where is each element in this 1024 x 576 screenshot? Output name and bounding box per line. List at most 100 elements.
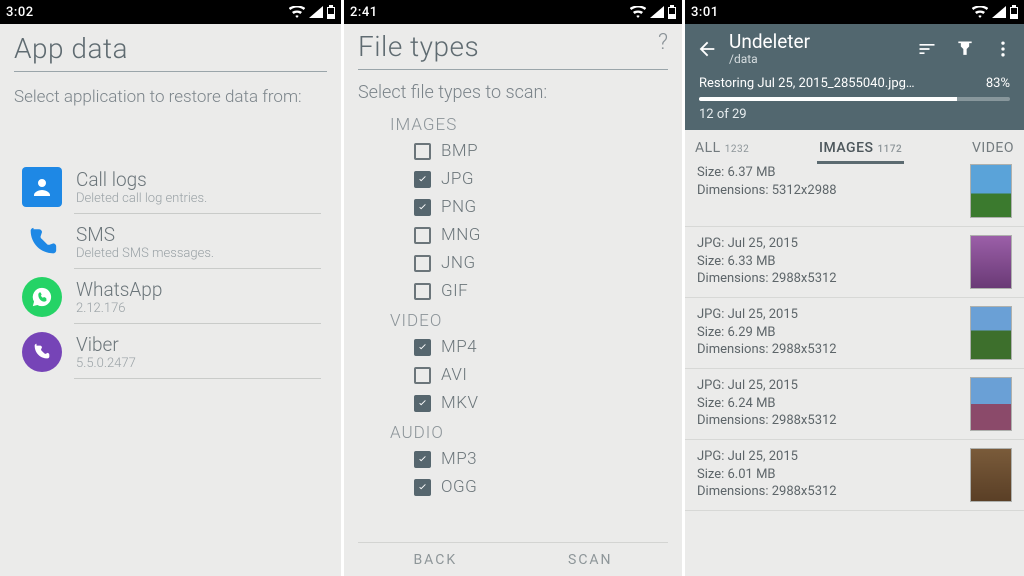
help-button[interactable]: ? bbox=[658, 30, 668, 55]
signal-icon bbox=[309, 6, 323, 18]
tab-all[interactable]: ALL 1232 bbox=[685, 130, 759, 164]
progress-percent: 83% bbox=[986, 76, 1010, 91]
filetype-jpg[interactable]: JPG bbox=[358, 165, 668, 193]
checkbox[interactable] bbox=[414, 339, 431, 356]
checkbox[interactable] bbox=[414, 255, 431, 272]
sort-icon[interactable] bbox=[916, 38, 938, 60]
page-title: App data bbox=[14, 32, 327, 65]
file-row[interactable]: JPG: Jul 25, 2015Size: 6.29 MBDimensions… bbox=[685, 298, 1024, 369]
thumbnail bbox=[970, 306, 1012, 360]
divider bbox=[74, 378, 321, 379]
file-row[interactable]: JPG: Jul 25, 2015Size: 6.33 MBDimensions… bbox=[685, 227, 1024, 298]
filetype-mp4[interactable]: MP4 bbox=[358, 333, 668, 361]
wifi-icon bbox=[972, 6, 988, 18]
phone-icon bbox=[22, 222, 62, 262]
filetype-label: GIF bbox=[441, 281, 468, 301]
file-row[interactable]: JPG: Jul 25, 2015Size: 6.37 MBDimensions… bbox=[685, 164, 1024, 227]
group-label: IMAGES bbox=[358, 115, 668, 135]
app-name: Call logs bbox=[76, 168, 207, 191]
tab-label: IMAGES bbox=[819, 140, 873, 156]
tab-images[interactable]: IMAGES 1172 bbox=[809, 130, 912, 164]
filter-icon[interactable] bbox=[954, 38, 976, 60]
back-button[interactable]: BACK bbox=[413, 552, 457, 568]
app-sub: Deleted SMS messages. bbox=[76, 246, 214, 261]
app-row-viber[interactable]: Viber 5.5.0.2477 bbox=[20, 324, 321, 378]
file-l3: Dimensions: 2988x5312 bbox=[697, 483, 960, 501]
checkbox[interactable] bbox=[414, 451, 431, 468]
file-l1: JPG: Jul 25, 2015 bbox=[697, 306, 960, 324]
checkbox[interactable] bbox=[414, 479, 431, 496]
tab-bar: ALL 1232 IMAGES 1172 VIDEO bbox=[685, 130, 1024, 164]
viber-icon bbox=[22, 332, 62, 372]
back-arrow-icon[interactable] bbox=[693, 35, 721, 63]
app-sub: 2.12.176 bbox=[76, 301, 162, 316]
filetype-mkv[interactable]: MKV bbox=[358, 389, 668, 417]
file-list[interactable]: JPG: Jul 25, 2015Size: 6.37 MBDimensions… bbox=[685, 164, 1024, 566]
overflow-menu-icon[interactable] bbox=[992, 38, 1014, 60]
file-l3: Dimensions: 2988x5312 bbox=[697, 412, 960, 430]
progress-count: 12 of 29 bbox=[699, 107, 1010, 122]
filetype-label: MP4 bbox=[441, 337, 477, 357]
filetype-jng[interactable]: JNG bbox=[358, 249, 668, 277]
filetype-label: MKV bbox=[441, 393, 478, 413]
filetype-label: JNG bbox=[441, 253, 476, 273]
checkbox[interactable] bbox=[414, 227, 431, 244]
wifi-icon bbox=[289, 6, 305, 18]
file-type-list[interactable]: IMAGES BMP JPG PNG MNG JNG GIF VIDEO MP4 AVI MKV AU… bbox=[358, 109, 668, 542]
tab-video[interactable]: VIDEO bbox=[962, 130, 1024, 164]
app-row-call-logs[interactable]: Call logs Deleted call log entries. bbox=[20, 159, 321, 213]
file-l1: JPG: Jul 25, 2015 bbox=[697, 377, 960, 395]
scan-button[interactable]: SCAN bbox=[568, 552, 613, 568]
checkbox[interactable] bbox=[414, 367, 431, 384]
filetype-label: MP3 bbox=[441, 449, 477, 469]
whatsapp-icon bbox=[22, 277, 62, 317]
file-l1: JPG: Jul 25, 2015 bbox=[697, 448, 960, 466]
filetype-label: PNG bbox=[441, 197, 477, 217]
status-icons bbox=[630, 5, 676, 19]
tab-count: 1172 bbox=[877, 144, 902, 155]
filetype-label: MNG bbox=[441, 225, 481, 245]
file-l3: Dimensions: 2988x5312 bbox=[697, 270, 960, 288]
checkbox[interactable] bbox=[414, 143, 431, 160]
page-title: File types bbox=[358, 30, 479, 63]
signal-icon bbox=[992, 6, 1006, 18]
checkbox[interactable] bbox=[414, 199, 431, 216]
thumbnail bbox=[970, 235, 1012, 289]
file-l2: Size: 6.24 MB bbox=[697, 395, 960, 413]
group-label: VIDEO bbox=[358, 311, 668, 331]
status-bar: 3:02 bbox=[0, 0, 341, 24]
filetype-bmp[interactable]: BMP bbox=[358, 137, 668, 165]
tab-count: 1232 bbox=[725, 144, 749, 155]
battery-icon bbox=[1010, 5, 1018, 19]
status-icons bbox=[289, 5, 335, 19]
filetype-mng[interactable]: MNG bbox=[358, 221, 668, 249]
footer-bar: BACK SCAN bbox=[358, 542, 668, 576]
checkbox[interactable] bbox=[414, 171, 431, 188]
filetype-avi[interactable]: AVI bbox=[358, 361, 668, 389]
wifi-icon bbox=[630, 6, 646, 18]
file-l2: Size: 6.01 MB bbox=[697, 466, 960, 484]
filetype-label: BMP bbox=[441, 141, 478, 161]
thumbnail bbox=[970, 377, 1012, 431]
thumbnail bbox=[970, 448, 1012, 502]
file-l2: Size: 6.29 MB bbox=[697, 324, 960, 342]
group-label: AUDIO bbox=[358, 423, 668, 443]
filetype-gif[interactable]: GIF bbox=[358, 277, 668, 305]
checkbox[interactable] bbox=[414, 395, 431, 412]
status-bar: 2:41 bbox=[344, 0, 682, 24]
app-name: Viber bbox=[76, 333, 136, 356]
app-sub: 5.5.0.2477 bbox=[76, 356, 136, 371]
progress-bar bbox=[699, 97, 1010, 101]
app-row-sms[interactable]: SMS Deleted SMS messages. bbox=[20, 214, 321, 268]
filetype-ogg[interactable]: OGG bbox=[358, 473, 668, 501]
file-l3: Dimensions: 2988x5312 bbox=[697, 341, 960, 359]
file-row[interactable]: JPG: Jul 25, 2015Size: 6.24 MBDimensions… bbox=[685, 369, 1024, 440]
filetype-png[interactable]: PNG bbox=[358, 193, 668, 221]
filetype-mp3[interactable]: MP3 bbox=[358, 445, 668, 473]
app-row-whatsapp[interactable]: WhatsApp 2.12.176 bbox=[20, 269, 321, 323]
file-row[interactable]: JPG: Jul 25, 2015Size: 6.01 MBDimensions… bbox=[685, 440, 1024, 511]
tab-label: ALL bbox=[695, 140, 721, 156]
title-divider bbox=[14, 71, 327, 72]
checkbox[interactable] bbox=[414, 283, 431, 300]
file-l2: Size: 6.33 MB bbox=[697, 253, 960, 271]
